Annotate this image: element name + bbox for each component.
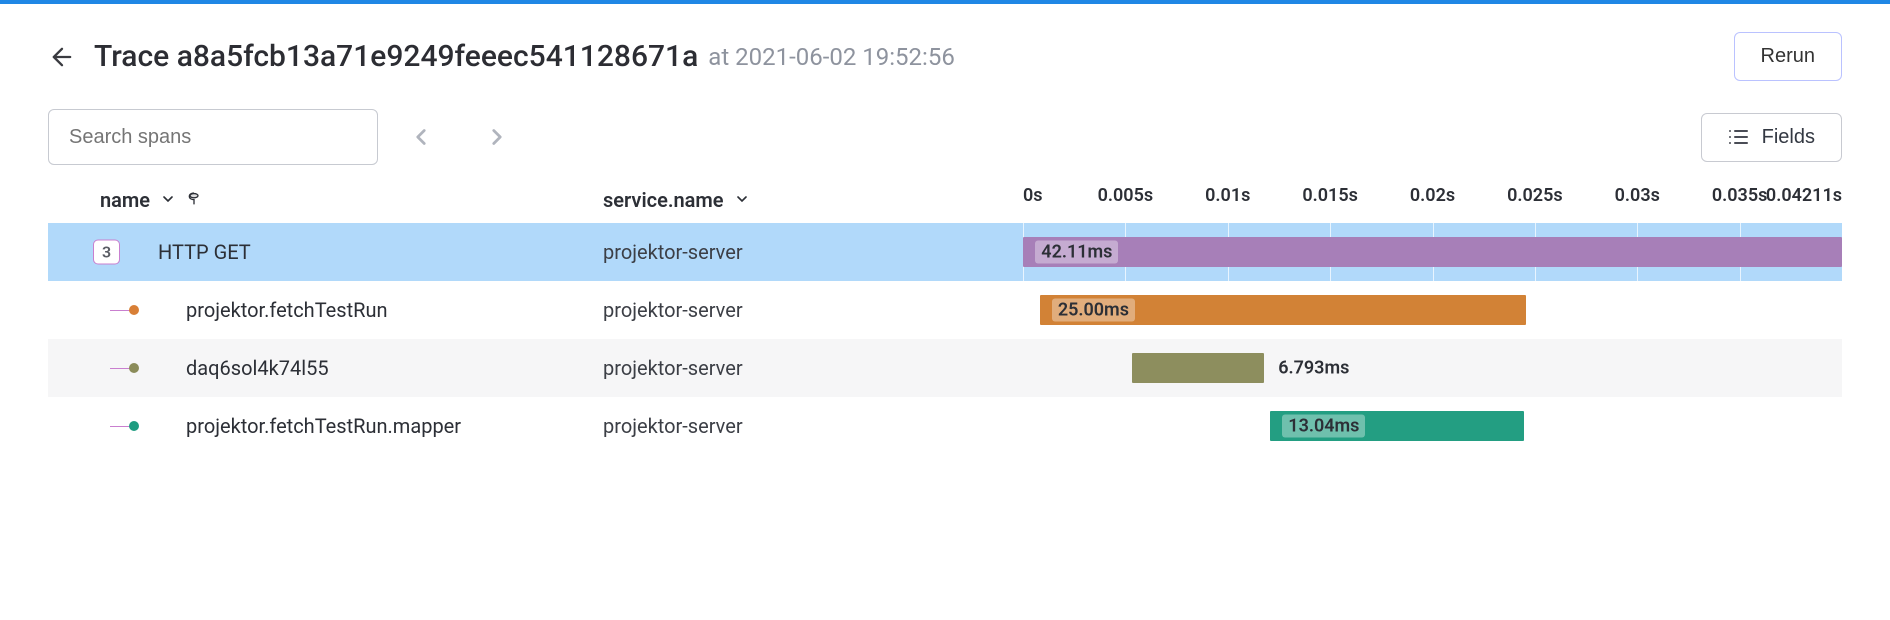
- span-name-cell: projektor.fetchTestRun: [48, 298, 603, 322]
- next-span-button[interactable]: [474, 114, 520, 160]
- page-header: Trace a8a5fcb13a71e9249feeec541128671a a…: [0, 4, 1890, 109]
- search-field[interactable]: [67, 125, 359, 150]
- span-row[interactable]: daq6sol4k74l55 projektor-server 6.793ms: [48, 339, 1842, 397]
- span-color-dot: [129, 421, 139, 431]
- span-name-cell: projektor.fetchTestRun.mapper: [48, 414, 603, 438]
- back-button[interactable]: [48, 43, 76, 71]
- fields-icon: [1728, 128, 1748, 146]
- span-color-dot: [129, 363, 139, 373]
- duration-label: 25.00ms: [1052, 299, 1135, 322]
- duration-bar: [1023, 237, 1842, 267]
- span-service: projektor-server: [603, 298, 1023, 322]
- span-waterfall: 25.00ms: [1023, 281, 1842, 339]
- table-header: name service.name 0s 0.005s 0.01s 0.015s 0.0…: [48, 185, 1842, 215]
- fields-button[interactable]: Fields: [1701, 113, 1842, 162]
- trace-timestamp: at 2021-06-02 19:52:56: [708, 43, 955, 71]
- span-name-cell: daq6sol4k74l55: [48, 356, 603, 380]
- child-count-badge[interactable]: 3: [93, 240, 120, 265]
- title-prefix: Trace: [94, 39, 169, 74]
- span-service: projektor-server: [603, 240, 1023, 264]
- timeline-tick: 0.02s: [1410, 185, 1455, 206]
- duration-label: 6.793ms: [1272, 357, 1355, 380]
- duration-bar: [1132, 353, 1264, 383]
- search-input[interactable]: [48, 109, 378, 165]
- span-name: HTTP GET: [158, 240, 251, 264]
- span-waterfall: 13.04ms: [1023, 397, 1842, 455]
- duration-label: 13.04ms: [1282, 415, 1365, 438]
- timeline-tick: 0.01s: [1205, 185, 1250, 206]
- duration-label: 42.11ms: [1035, 241, 1118, 264]
- page-title: Trace a8a5fcb13a71e9249feeec541128671a: [94, 39, 698, 74]
- span-service: projektor-server: [603, 414, 1023, 438]
- table-rows: 3 HTTP GET projektor-server 42.11ms projekto…: [48, 223, 1842, 455]
- filter-icon: [186, 188, 202, 212]
- span-name: projektor.fetchTestRun: [158, 298, 388, 322]
- timeline-tick: 0s: [1023, 185, 1043, 206]
- span-row[interactable]: projektor.fetchTestRun.mapper projektor-s…: [48, 397, 1842, 455]
- toolbar: Fields: [0, 109, 1890, 185]
- timeline-tick: 0.03s: [1615, 185, 1660, 206]
- span-row[interactable]: 3 HTTP GET projektor-server 42.11ms: [48, 223, 1842, 281]
- timeline-tick: 0.04211s: [1766, 185, 1842, 206]
- prev-span-button[interactable]: [398, 114, 444, 160]
- span-waterfall: 42.11ms: [1023, 223, 1842, 281]
- span-name: daq6sol4k74l55: [158, 356, 329, 380]
- timeline-tick: 0.025s: [1507, 185, 1563, 206]
- span-color-dot: [129, 305, 139, 315]
- timeline-tick: 0.015s: [1302, 185, 1358, 206]
- span-name-cell: 3 HTTP GET: [48, 240, 603, 264]
- spans-table: name service.name 0s 0.005s 0.01s 0.015s 0.0…: [0, 185, 1890, 455]
- trace-id: a8a5fcb13a71e9249feeec541128671a: [177, 39, 699, 74]
- column-name[interactable]: name: [48, 188, 603, 212]
- sort-icon: [160, 188, 176, 212]
- column-service[interactable]: service.name: [603, 188, 1023, 212]
- timeline-tick: 0.005s: [1098, 185, 1154, 206]
- span-waterfall: 6.793ms: [1023, 339, 1842, 397]
- timeline-header: 0s 0.005s 0.01s 0.015s 0.02s 0.025s 0.03s 0.035…: [1023, 185, 1842, 215]
- span-row[interactable]: projektor.fetchTestRun projektor-server 25…: [48, 281, 1842, 339]
- rerun-button[interactable]: Rerun: [1734, 32, 1842, 81]
- span-service: projektor-server: [603, 356, 1023, 380]
- timeline-tick: 0.035s: [1712, 185, 1768, 206]
- sort-icon: [734, 188, 750, 212]
- span-name: projektor.fetchTestRun.mapper: [158, 414, 461, 438]
